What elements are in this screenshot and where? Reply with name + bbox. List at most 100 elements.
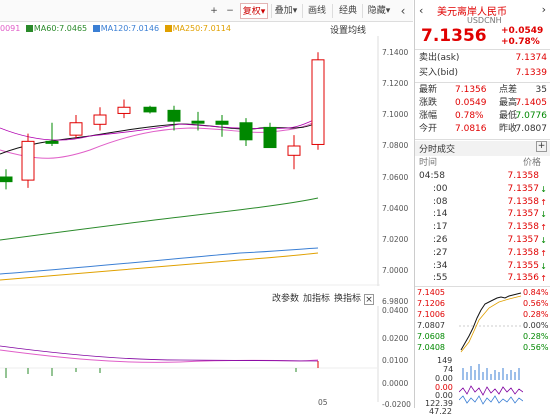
sub-y-tick: 0.0400 <box>382 306 409 315</box>
mini-vol-label: 74 <box>443 365 454 374</box>
trade-time: :17 <box>433 222 448 233</box>
trade-row: :00 7.1357 ↓ <box>419 183 547 196</box>
ma-first-label: 0091 <box>0 24 21 33</box>
y-tick: 7.0400 <box>382 204 409 213</box>
mini-price: 7.0807 <box>417 321 445 330</box>
mini-price: 7.0608 <box>417 332 445 341</box>
candle-body <box>239 122 253 141</box>
mini-pct: 0.00% <box>523 321 549 330</box>
candlestick-chart <box>0 36 380 286</box>
trade-price: 7.1358 <box>507 196 540 207</box>
back-arrow-icon[interactable]: ‹ <box>419 4 423 17</box>
amplitude-row: 涨幅 0.78% 最低 7.0776 <box>419 111 547 121</box>
trade-row: :17 7.1358 ↑ <box>419 221 547 234</box>
mini-pct: 0.28% <box>523 332 549 341</box>
mini-vol-label: 149 <box>437 356 453 365</box>
candle-body <box>215 120 229 125</box>
trade-time: :27 <box>433 247 448 258</box>
candle-body <box>287 145 301 156</box>
candle-body <box>69 122 83 136</box>
candle-body <box>191 120 205 124</box>
down-arrow-icon: ↓ <box>540 236 547 245</box>
candle-body <box>311 59 325 145</box>
forward-arrow-icon[interactable]: › <box>542 3 546 16</box>
mini-price: 7.0408 <box>417 343 445 352</box>
mini-volume-bars <box>462 364 520 380</box>
chart-toolbar: + − 复权▾ 叠加▾ 画线 经典 隐藏▾ ‹ <box>0 0 413 22</box>
mini-avg-line <box>460 295 522 353</box>
ma60-line <box>0 197 319 241</box>
mini-pct: 0.56% <box>523 299 549 308</box>
draw-line-button[interactable]: 画线 <box>305 3 329 19</box>
y-tick: 7.0800 <box>382 141 409 150</box>
collapse-arrow-icon[interactable]: ‹ <box>397 3 409 19</box>
down-arrow-icon: ↓ <box>540 261 547 271</box>
trades-header-bar: 分时成交 + <box>415 141 550 156</box>
y-tick: 7.0200 <box>382 235 409 244</box>
up-arrow-icon: ↑ <box>540 223 547 233</box>
close-indicator-icon[interactable]: × <box>364 294 374 305</box>
trade-row: :14 7.1357 ↓ <box>419 208 547 221</box>
quote-panel: ‹ 美元离岸人民币 › USDCNH 7.1356 +0.0549 +0.78%… <box>414 0 550 416</box>
candle-body <box>21 140 35 181</box>
trade-price: 7.1357 <box>507 183 540 194</box>
up-arrow-icon: ↑ <box>540 274 547 284</box>
trades-column-header: 时间 价格 <box>419 158 541 168</box>
mini-vol-label: 0.00 <box>435 374 453 383</box>
trade-price: 7.1357 <box>507 209 540 220</box>
mini-indicator-line <box>459 385 523 396</box>
sub-y-tick: 0.0200 <box>382 334 409 343</box>
trade-row: :27 7.1358 ↑ <box>419 247 547 260</box>
ma120-line <box>0 247 319 275</box>
mini-intraday-chart <box>459 292 523 405</box>
mini-pct: 0.28% <box>523 310 549 319</box>
hide-dropdown[interactable]: 隐藏▾ <box>365 3 393 19</box>
ma250-label: MA250:7.0114 <box>164 24 231 33</box>
trade-time: :55 <box>433 273 448 284</box>
change-indicator-button[interactable]: 换指标 <box>334 292 361 306</box>
mini-indicator-line-2 <box>459 395 523 405</box>
trade-time: :14 <box>433 209 448 220</box>
mini-pct: 0.56% <box>523 343 549 352</box>
mini-ind-label: 47.22 <box>429 407 452 416</box>
up-arrow-icon: ↑ <box>540 197 547 207</box>
mini-price: 7.1405 <box>417 288 445 297</box>
change-params-button[interactable]: 改参数 <box>272 292 299 306</box>
up-arrow-icon: ↑ <box>540 248 547 258</box>
sub-y-tick: 0.0100 <box>382 356 409 365</box>
y-tick: 7.1200 <box>382 79 409 88</box>
zoom-in-button[interactable]: + <box>208 3 220 19</box>
trade-time: 04:58 <box>419 171 445 181</box>
candle-body <box>117 106 131 114</box>
bid-row: 买入(bid) 7.1339 <box>419 68 547 78</box>
ma60-label: MA60:7.0465 <box>25 24 87 33</box>
mini-chart-right-axis: 0.84% 0.56% 0.28% 0.00% 0.28% 0.56% <box>523 288 550 358</box>
trade-price: 7.1355 <box>507 260 540 271</box>
indicator-chart <box>0 306 379 402</box>
candle-body <box>0 176 13 183</box>
open-row: 今开 7.0816 昨收 7.0807 <box>419 124 547 134</box>
trade-price: 7.1358 <box>507 171 540 181</box>
trade-time: :00 <box>433 183 448 194</box>
add-indicator-button[interactable]: 加指标 <box>303 292 330 306</box>
expand-trades-icon[interactable]: + <box>536 141 547 152</box>
zoom-out-button[interactable]: − <box>224 3 236 19</box>
classic-button[interactable]: 经典 <box>336 3 360 19</box>
overlay-dropdown[interactable]: 叠加▾ <box>273 3 299 19</box>
ma120-label: MA120:7.0146 <box>92 24 159 33</box>
candle-body <box>167 109 181 122</box>
candle-body <box>45 140 59 144</box>
instrument-code: USDCNH <box>467 16 502 25</box>
ma-settings-link[interactable]: 设置均线 <box>330 23 366 36</box>
current-price: 7.1356 <box>421 26 487 46</box>
mini-price: 7.1206 <box>417 299 445 308</box>
down-arrow-icon: ↓ <box>540 210 547 220</box>
mini-chart-left-axis: 7.1405 7.1206 7.1006 7.0807 7.0608 7.040… <box>417 288 457 416</box>
sub-y-tick: 0.0000 <box>382 379 409 388</box>
x-axis-label: 05 <box>318 398 328 407</box>
trade-row: :08 7.1358 ↑ <box>419 196 547 209</box>
ask-row: 卖出(ask) 7.1374 <box>419 53 547 63</box>
trade-time: :26 <box>433 235 448 245</box>
mini-price-line <box>460 292 522 351</box>
adjust-dropdown[interactable]: 复权▾ <box>240 3 268 19</box>
